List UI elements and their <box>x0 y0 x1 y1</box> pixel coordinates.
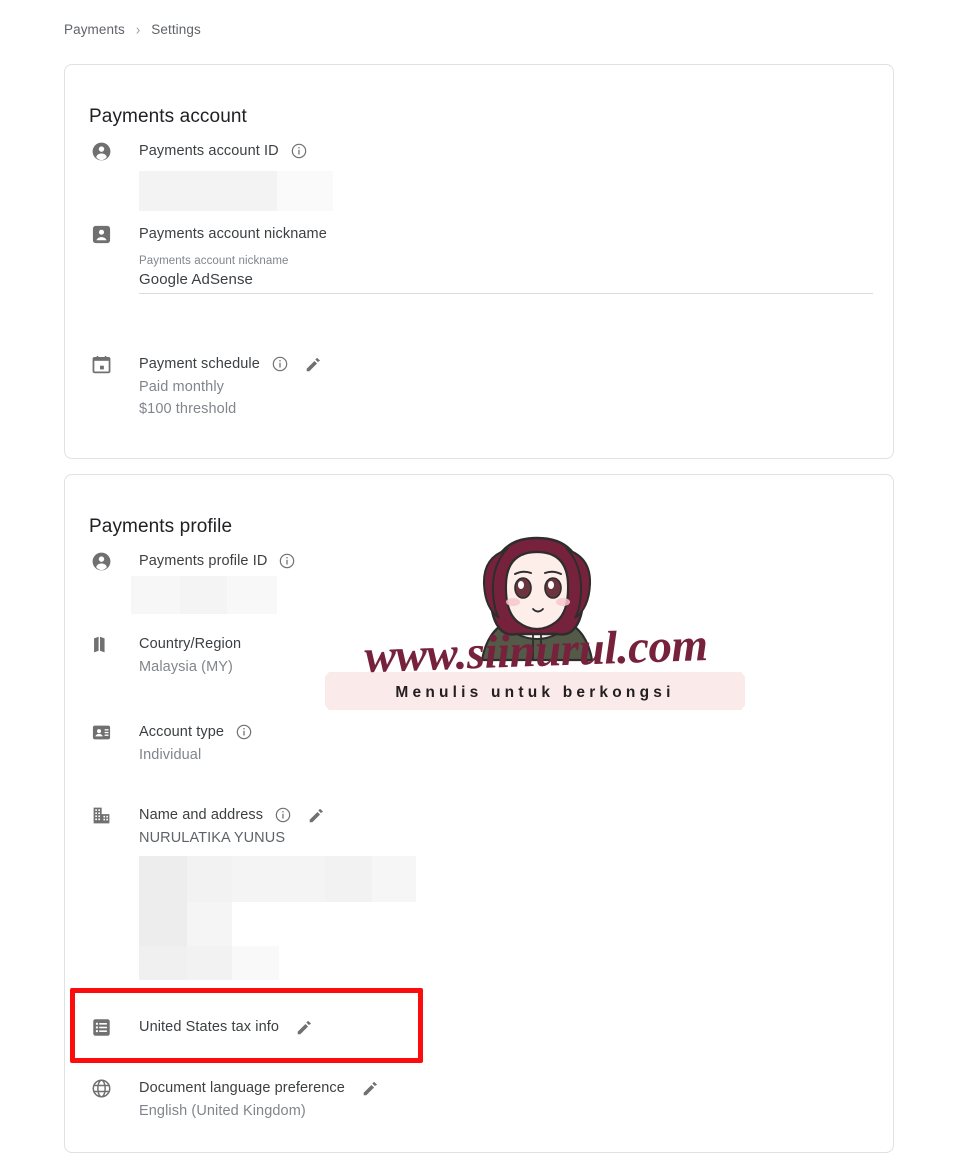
payments-profile-id-redacted-value <box>131 576 277 614</box>
pencil-icon[interactable] <box>307 806 326 825</box>
info-icon[interactable] <box>236 724 252 740</box>
payments-account-nickname-field[interactable]: Payments account nickname Google AdSense <box>139 255 873 294</box>
breadcrumb-item-payments[interactable]: Payments <box>64 22 125 37</box>
name-and-address-label: Name and address <box>139 807 264 823</box>
pencil-icon[interactable] <box>304 355 323 374</box>
account-type-label: Account type <box>139 724 225 740</box>
row-country-region: Country/Region Malaysia (MY) <box>89 632 873 678</box>
info-icon[interactable] <box>275 807 291 823</box>
row-name-and-address: Name and address NURULATIKA YUNUS <box>89 803 873 980</box>
row-payments-profile-id: Payments profile ID <box>89 549 873 614</box>
payments-account-nickname-label: Payments account nickname <box>139 226 327 242</box>
contact-card-icon <box>89 720 113 744</box>
calendar-icon <box>89 352 113 376</box>
list-icon <box>89 1015 113 1039</box>
nickname-field-label: Payments account nickname <box>139 255 289 267</box>
breadcrumb-item-settings[interactable]: Settings <box>151 22 201 37</box>
payments-account-title: Payments account <box>89 105 247 127</box>
chevron-right-icon: › <box>135 20 141 39</box>
name-and-address-name: NURULATIKA YUNUS <box>139 830 286 846</box>
document-language-preference-label: Document language preference <box>139 1080 345 1096</box>
payments-account-card: Payments account Payments account ID Pay… <box>64 64 894 459</box>
row-payments-account-id: Payments account ID <box>89 139 873 211</box>
info-icon[interactable] <box>291 143 307 159</box>
country-region-label: Country/Region <box>139 636 242 652</box>
payments-profile-card: Payments profile Payments profile ID Cou… <box>64 474 894 1153</box>
payment-schedule-value-1: Paid monthly <box>139 379 225 395</box>
row-united-states-tax-info[interactable]: United States tax info <box>89 1015 873 1039</box>
payment-schedule-value-2: $100 threshold <box>139 401 237 417</box>
payments-account-id-label: Payments account ID <box>139 143 279 159</box>
row-payments-account-nickname: Payments account nickname Payments accou… <box>89 222 873 294</box>
account-circle-icon <box>89 549 113 573</box>
account-circle-icon <box>89 139 113 163</box>
nickname-field-value: Google AdSense <box>139 271 253 288</box>
info-icon[interactable] <box>272 356 288 372</box>
account-box-icon <box>89 222 113 246</box>
row-payment-schedule: Payment schedule Paid monthly $100 thres… <box>89 352 873 420</box>
country-region-value: Malaysia (MY) <box>139 659 233 675</box>
row-account-type: Account type Individual <box>89 720 873 766</box>
building-icon <box>89 803 113 827</box>
breadcrumb: Payments › Settings <box>64 20 201 39</box>
row-document-language-preference: Document language preference English (Un… <box>89 1076 873 1122</box>
pencil-icon[interactable] <box>295 1018 314 1037</box>
united-states-tax-info-label: United States tax info <box>139 1019 280 1035</box>
payments-profile-id-label: Payments profile ID <box>139 553 268 569</box>
globe-icon <box>89 1076 113 1100</box>
map-icon <box>89 632 113 656</box>
payments-profile-title: Payments profile <box>89 515 233 537</box>
info-icon[interactable] <box>279 553 295 569</box>
name-and-address-redacted-value <box>139 856 429 980</box>
account-type-value: Individual <box>139 747 202 763</box>
payment-schedule-label: Payment schedule <box>139 356 260 372</box>
payments-account-id-redacted-value <box>139 171 333 211</box>
pencil-icon[interactable] <box>361 1079 380 1098</box>
document-language-preference-value: English (United Kingdom) <box>139 1103 306 1119</box>
